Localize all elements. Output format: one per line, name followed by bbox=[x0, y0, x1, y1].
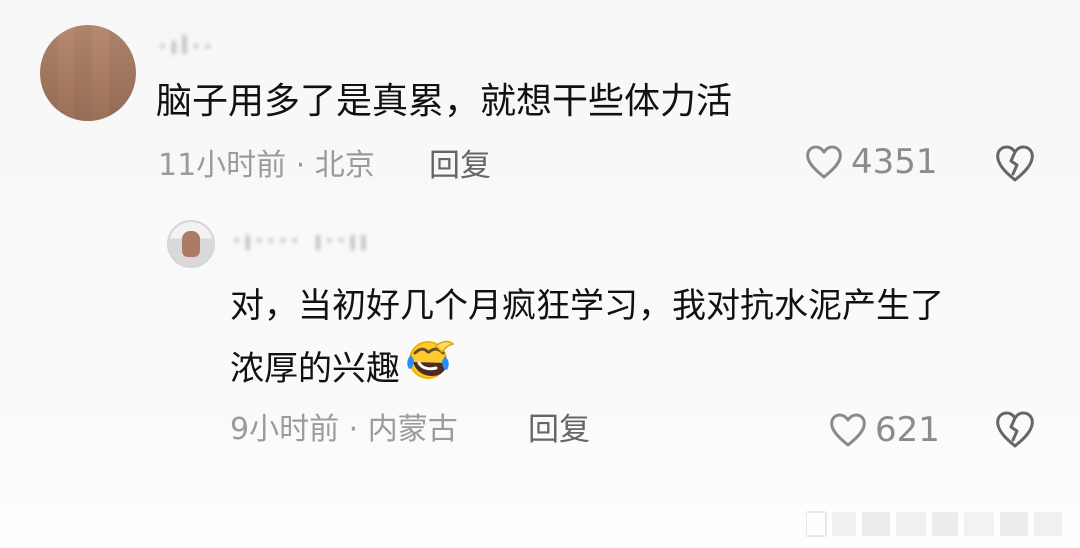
watermark-logo bbox=[805, 510, 1066, 538]
broken-heart-icon[interactable] bbox=[994, 143, 1036, 183]
comment-time-location: 11小时前 · 北京 bbox=[158, 148, 375, 183]
reply-text-line-2: 浓厚的兴趣 bbox=[230, 340, 456, 401]
heart-icon[interactable] bbox=[805, 144, 843, 180]
comment-text: 脑子用多了是真累，就想干些体力活 bbox=[156, 81, 733, 122]
reply-like-group: 621 bbox=[829, 410, 940, 450]
username-blurred: ·ıl·· bbox=[158, 30, 216, 54]
reply-button[interactable]: 回复 bbox=[429, 144, 491, 188]
reply-time-location: 9小时前 · 内蒙古 bbox=[230, 412, 458, 447]
avatar[interactable] bbox=[40, 25, 136, 121]
broken-heart-icon[interactable] bbox=[994, 409, 1036, 449]
heart-icon[interactable] bbox=[829, 412, 867, 448]
laughing-crying-emoji bbox=[404, 338, 456, 399]
reply-button[interactable]: 回复 bbox=[528, 408, 590, 452]
reply-like-count: 621 bbox=[875, 410, 940, 450]
comment-thread-screen: ·ıl·· 脑子用多了是真累，就想干些体力活 11小时前 · 北京 回复 435… bbox=[0, 0, 1080, 548]
like-group: 4351 bbox=[805, 142, 938, 182]
reply-username-blurred: ·ı···· ı··ıı bbox=[232, 224, 371, 252]
like-count: 4351 bbox=[851, 142, 938, 182]
reply-text-line-1: 对，当初好几个月疯狂学习，我对抗水泥产生了 bbox=[230, 286, 944, 326]
reply-avatar[interactable] bbox=[167, 220, 215, 268]
reply-text-line-2-text: 浓厚的兴趣 bbox=[230, 349, 400, 389]
